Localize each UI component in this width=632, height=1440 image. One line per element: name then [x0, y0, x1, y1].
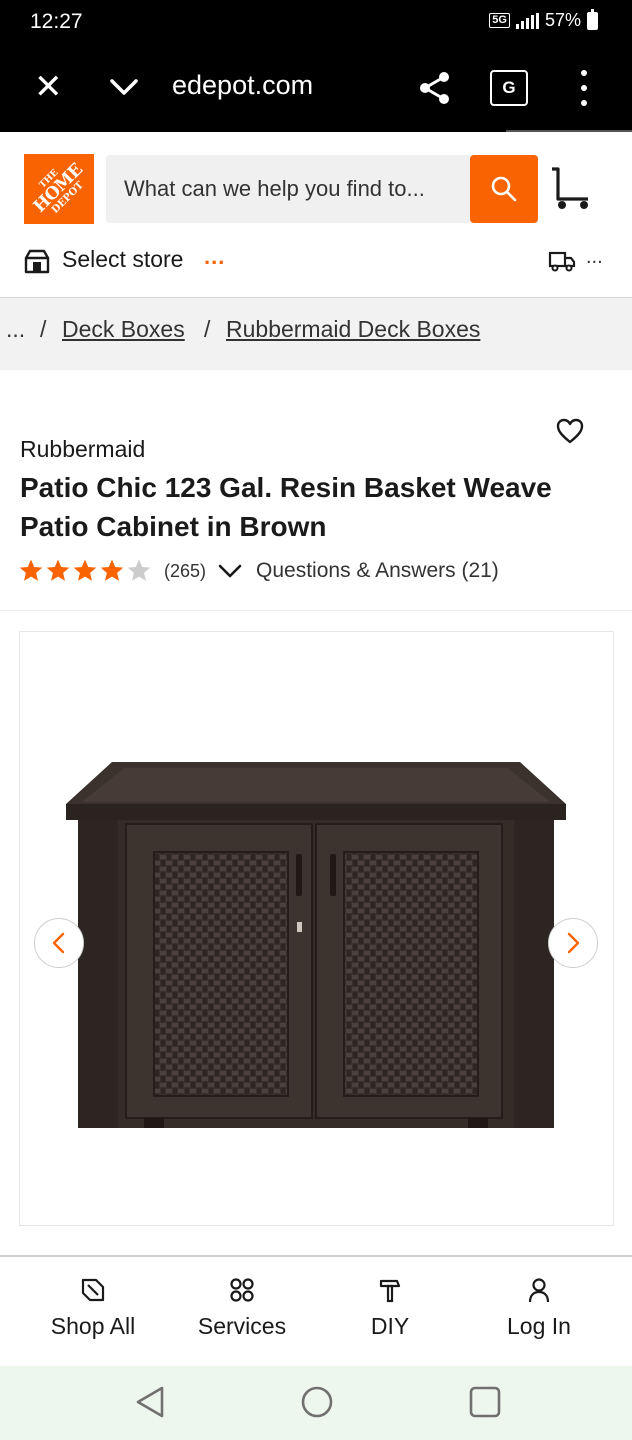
- battery-icon: [587, 8, 598, 30]
- search-icon: [491, 176, 517, 202]
- star-icon: [19, 559, 43, 581]
- home-depot-logo[interactable]: THE HOME DEPOT: [24, 154, 94, 224]
- status-bar: 12:27 5G 57%: [0, 0, 632, 44]
- breadcrumb-separator: /: [40, 316, 47, 342]
- breadcrumb-separator: /: [204, 316, 211, 342]
- heart-icon[interactable]: [556, 418, 584, 444]
- nav-label-log-in: Log In: [507, 1313, 571, 1339]
- star-icon: [100, 559, 124, 581]
- delivery-truck-icon[interactable]: [548, 250, 576, 272]
- delivery-loading-dots: ...: [586, 246, 603, 268]
- battery-percent: 57%: [544, 10, 581, 30]
- status-indicators: 5G 57%: [489, 8, 598, 31]
- search-bar: [106, 155, 538, 223]
- signal-icon: [515, 12, 539, 29]
- carousel-next-button[interactable]: [548, 918, 598, 968]
- person-icon: [528, 1278, 550, 1303]
- page-load-progress: [506, 130, 632, 132]
- star-icon: [73, 559, 97, 581]
- store-loading-dots: ...: [204, 244, 226, 269]
- section-divider: [0, 610, 632, 611]
- close-icon[interactable]: ✕: [34, 69, 63, 105]
- url-text[interactable]: edepot.com: [172, 70, 313, 101]
- translate-icon[interactable]: G: [490, 70, 528, 106]
- more-vert-icon[interactable]: [574, 70, 594, 106]
- nav-label-shop-all: Shop All: [50, 1313, 136, 1339]
- back-icon[interactable]: [132, 1384, 170, 1420]
- browser-toolbar: ✕ edepot.com G: [0, 44, 632, 132]
- product-image: [66, 762, 566, 1128]
- breadcrumb-deck-boxes[interactable]: Deck Boxes: [62, 316, 185, 343]
- nav-services[interactable]: Services: [192, 1277, 292, 1340]
- store-selector-row: Select store ... ...: [0, 240, 632, 284]
- star-rating[interactable]: [18, 558, 152, 584]
- star-icon: [127, 559, 151, 581]
- breadcrumb-rubbermaid-deck-boxes[interactable]: Rubbermaid Deck Boxes: [226, 316, 480, 343]
- nav-log-in[interactable]: Log In: [500, 1277, 578, 1340]
- review-count[interactable]: (265): [164, 561, 206, 582]
- rating-row[interactable]: (265) Questions & Answers (21): [18, 556, 499, 586]
- search-button[interactable]: [470, 155, 538, 223]
- star-icon: [46, 559, 70, 581]
- search-input[interactable]: [106, 155, 470, 223]
- product-image-carousel[interactable]: [19, 631, 614, 1226]
- status-time: 12:27: [30, 10, 83, 33]
- store-icon[interactable]: [24, 248, 50, 274]
- breadcrumb-ellipsis[interactable]: ...: [6, 316, 25, 343]
- questions-answers-link[interactable]: Questions & Answers (21): [256, 559, 499, 583]
- tag-icon: [81, 1278, 105, 1302]
- carousel-prev-button[interactable]: [34, 918, 84, 968]
- network-type: 5G: [489, 13, 510, 28]
- home-icon[interactable]: [298, 1384, 336, 1420]
- chevron-right-icon: [567, 932, 580, 954]
- nav-diy[interactable]: DIY: [360, 1277, 420, 1340]
- recents-icon[interactable]: [466, 1384, 504, 1420]
- chevron-left-icon: [52, 932, 65, 954]
- chevron-down-icon[interactable]: [218, 563, 242, 579]
- nav-shop-all[interactable]: Shop All: [46, 1277, 140, 1340]
- product-brand[interactable]: Rubbermaid: [20, 436, 145, 463]
- system-navigation-bar: [0, 1366, 632, 1440]
- share-icon[interactable]: [418, 70, 452, 106]
- bottom-navigation: Shop All Services DIY Log In: [0, 1255, 632, 1366]
- grid-icon: [230, 1278, 254, 1302]
- chevron-down-icon[interactable]: [108, 74, 140, 100]
- nav-label-diy: DIY: [370, 1313, 410, 1339]
- select-store-link[interactable]: Select store: [62, 246, 183, 273]
- breadcrumb: ... / Deck Boxes / Rubbermaid Deck Boxes: [0, 297, 632, 370]
- product-title: Patio Chic 123 Gal. Resin Basket Weave P…: [20, 472, 552, 542]
- nav-label-services: Services: [197, 1313, 287, 1339]
- hammer-icon: [379, 1279, 401, 1303]
- cart-icon[interactable]: [548, 167, 594, 211]
